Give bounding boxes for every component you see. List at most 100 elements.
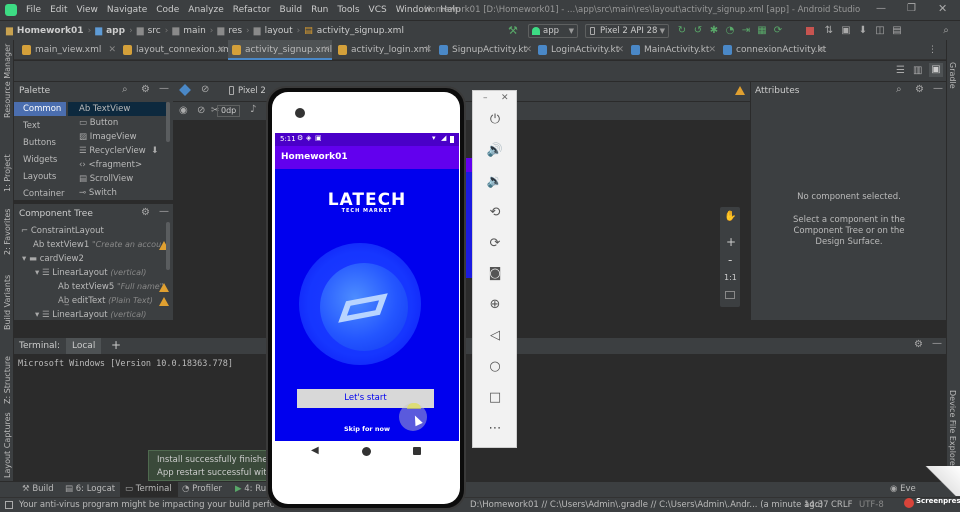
- device-manager-icon[interactable]: ▤: [891, 25, 903, 37]
- menu-navigate[interactable]: Navigate: [107, 5, 147, 15]
- apply-changes-icon[interactable]: ↻: [676, 25, 688, 37]
- zoom-actual-button[interactable]: 1:1: [724, 273, 737, 282]
- gear-icon[interactable]: ⚙: [141, 84, 150, 95]
- layers-icon[interactable]: [179, 84, 191, 96]
- breadcrumb-layout[interactable]: layout: [265, 26, 293, 36]
- power-icon[interactable]: ⏻: [485, 110, 505, 130]
- status-position[interactable]: 14:37: [804, 500, 829, 510]
- tree-item-linearlayout[interactable]: ▾ ☰ LinearLayout (vertical): [35, 268, 146, 278]
- device-select[interactable]: Pixel 2 API 28 ▼: [585, 24, 669, 38]
- close-icon[interactable]: ✕: [424, 40, 432, 60]
- tab-layout-connexion[interactable]: layout_connexion.xml ✕: [119, 40, 234, 60]
- eye-icon[interactable]: ◉: [179, 105, 188, 116]
- menu-file[interactable]: File: [26, 5, 41, 15]
- tab-main-activity[interactable]: MainActivity.kt ✕: [627, 40, 718, 60]
- minimize-button[interactable]: —: [876, 3, 886, 14]
- new-terminal-button[interactable]: +: [111, 338, 121, 352]
- gear-icon[interactable]: ⚙: [914, 339, 923, 350]
- menu-view[interactable]: View: [77, 5, 98, 15]
- tool-run[interactable]: ▶ 4: Ru: [235, 484, 266, 494]
- gear-icon[interactable]: ⚙: [915, 84, 924, 95]
- apply-code-icon[interactable]: ↺: [692, 25, 704, 37]
- search-icon[interactable]: ⌕: [122, 84, 128, 95]
- hide-icon[interactable]: —: [933, 83, 943, 94]
- emulator-minimize-button[interactable]: –: [483, 93, 488, 103]
- palette-category-container[interactable]: Container: [23, 189, 65, 199]
- palette-scrollbar[interactable]: [166, 102, 170, 142]
- close-icon[interactable]: ✕: [108, 40, 116, 60]
- warning-icon[interactable]: [159, 283, 169, 292]
- menu-analyze[interactable]: Analyze: [188, 5, 223, 15]
- tree-scrollbar[interactable]: [166, 222, 170, 270]
- close-button[interactable]: ✕: [938, 2, 947, 15]
- split-view-icon[interactable]: ▥: [913, 65, 922, 76]
- palette-widget-switch[interactable]: ⊸ Switch: [79, 188, 117, 198]
- hammer-icon[interactable]: ⚒: [508, 24, 518, 37]
- menu-run[interactable]: Run: [311, 5, 328, 15]
- tool-build[interactable]: ⚒ Build: [22, 484, 54, 494]
- tool-profiler[interactable]: ◔ Profiler: [182, 484, 222, 494]
- breadcrumb-res[interactable]: res: [228, 26, 242, 36]
- volume-up-icon[interactable]: 🔊: [485, 141, 505, 161]
- pan-icon[interactable]: ✋: [724, 211, 736, 222]
- tool-build-variants[interactable]: Build Variants: [3, 275, 12, 330]
- back-icon[interactable]: ◁: [485, 326, 505, 346]
- blueprint-icon[interactable]: ⊘: [201, 84, 209, 95]
- palette-category-widgets[interactable]: Widgets: [23, 155, 57, 165]
- breadcrumb-project[interactable]: Homework01: [17, 26, 84, 36]
- tool-layout-captures[interactable]: Layout Captures: [3, 412, 12, 478]
- coverage-icon[interactable]: ▦: [756, 25, 768, 37]
- breadcrumb-src[interactable]: src: [148, 26, 161, 36]
- tool-terminal[interactable]: ▭ Terminal: [125, 484, 172, 494]
- gear-icon[interactable]: ⚙: [141, 207, 150, 218]
- rotate-left-icon[interactable]: ⟲: [485, 203, 505, 223]
- tab-signup-activity[interactable]: SignupActivity.kt ✕: [435, 40, 534, 60]
- tool-structure[interactable]: Z: Structure: [3, 356, 12, 404]
- tab-activity-login[interactable]: activity_login.xml ✕: [334, 40, 434, 60]
- close-icon[interactable]: ✕: [708, 40, 716, 60]
- tab-login-activity[interactable]: LoginActivity.kt ✕: [534, 40, 626, 60]
- breadcrumb-app[interactable]: app: [106, 26, 125, 36]
- layout-inspector-icon[interactable]: ◫: [874, 25, 886, 37]
- tool-device-file-explorer[interactable]: Device File Explorer: [948, 390, 957, 469]
- avd-manager-icon[interactable]: ▣: [840, 25, 852, 37]
- tree-item-textview5[interactable]: Ab textView5 "Full name": [58, 282, 163, 292]
- run-config-select[interactable]: app ▼: [528, 24, 578, 38]
- breadcrumb-file[interactable]: activity_signup.xml: [317, 26, 404, 36]
- infer-constraints-icon[interactable]: ♪: [250, 104, 256, 115]
- home-icon[interactable]: ○: [485, 357, 505, 377]
- hide-icon[interactable]: —: [932, 338, 942, 349]
- magnet-off-icon[interactable]: ⊘: [197, 105, 205, 116]
- maximize-button[interactable]: ❐: [907, 3, 916, 14]
- nav-home-icon[interactable]: [362, 447, 371, 456]
- status-encoding[interactable]: UTF-8: [859, 500, 884, 510]
- phone-screen[interactable]: 5:11 ⚙ ◈ ▣ ▾ ◢ Homework01 LATECH TECH MA…: [275, 133, 459, 441]
- debug-icon[interactable]: ✱: [708, 25, 720, 37]
- rotate-right-icon[interactable]: ⟳: [485, 234, 505, 254]
- tool-gradle[interactable]: Gradle: [948, 62, 957, 89]
- palette-category-layouts[interactable]: Layouts: [23, 172, 56, 182]
- tool-project[interactable]: 1: Project: [3, 154, 12, 192]
- search-icon[interactable]: ⌕: [940, 25, 952, 37]
- hide-icon[interactable]: —: [159, 206, 169, 217]
- nav-back-icon[interactable]: ◀: [311, 445, 319, 456]
- camera-icon[interactable]: ◙: [485, 264, 505, 284]
- menu-vcs[interactable]: VCS: [369, 5, 387, 15]
- overview-icon[interactable]: □: [485, 388, 505, 408]
- zoom-fit-icon[interactable]: [725, 291, 735, 299]
- zoom-out-button[interactable]: -: [728, 253, 732, 267]
- palette-widget-recyclerview[interactable]: ☰ RecyclerView: [79, 146, 146, 156]
- notification-popup[interactable]: Install successfully finished in App res…: [148, 450, 278, 481]
- download-icon[interactable]: ⬇: [151, 146, 159, 156]
- status-warning[interactable]: Your anti-virus program might be impacti…: [19, 500, 307, 510]
- palette-widget-fragment[interactable]: ‹› <fragment>: [79, 160, 142, 170]
- tab-connexion-activity[interactable]: connexionActivity.kt ✕: [719, 40, 827, 60]
- volume-down-icon[interactable]: 🔉: [485, 172, 505, 192]
- sync-gradle-icon[interactable]: ⇅: [823, 25, 835, 37]
- close-icon[interactable]: ✕: [817, 40, 825, 60]
- rerun-icon[interactable]: ⟳: [772, 25, 784, 37]
- tool-logcat[interactable]: ▤ 6: Logcat: [65, 484, 115, 494]
- palette-widget-imageview[interactable]: ▨ ImageView: [79, 132, 137, 142]
- zoom-icon[interactable]: ⊕: [485, 295, 505, 315]
- palette-widget-button[interactable]: ▭ Button: [79, 118, 118, 128]
